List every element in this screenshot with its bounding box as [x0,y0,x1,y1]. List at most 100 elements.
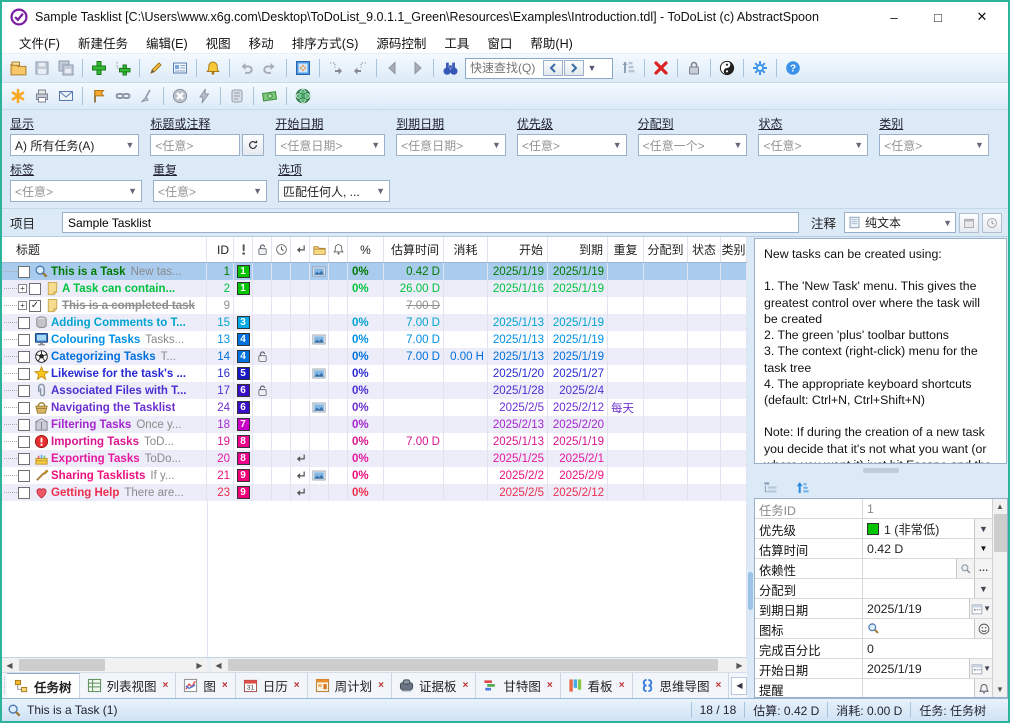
view-tab-列表视图[interactable]: 列表视图× [80,673,177,698]
task-row[interactable]: +✓This is a completed task97.00 D [2,297,747,314]
columns-hscrollbar[interactable]: ◀▶ [211,658,747,672]
project-name-input[interactable] [62,212,799,233]
calendar-dropdown-button[interactable]: ▼ [969,659,992,678]
close-button[interactable]: ✕ [960,4,1004,30]
task-row[interactable]: +A Task can contain...210%26.00 D2025/1/… [2,280,747,297]
tab-close-icon[interactable]: × [462,680,468,691]
vertical-splitter[interactable] [747,237,754,698]
task-row[interactable]: Categorizing TasksT...1440%7.00 D0.00 H2… [2,348,747,365]
find-dropdown-arrow[interactable]: ▼ [584,59,600,77]
task-row[interactable]: This is a TaskNew tas...110%0.42 D2025/1… [2,263,747,280]
column-header-recur-arrow[interactable] [291,237,310,262]
column-header-due[interactable]: 到期 [548,237,608,262]
spur-asterisk-button[interactable] [6,85,30,108]
attribute-value[interactable]: 0.42 D [863,539,974,558]
attribute-row[interactable]: 图标 [755,619,992,639]
dependency-edit-button[interactable]: … [974,559,992,578]
task-title-cell[interactable]: Getting HelpThere are... [2,484,207,501]
task-title-cell[interactable]: Importing TasksToD... [2,433,207,450]
task-title-cell[interactable]: +✓This is a completed task [2,297,207,314]
new-subtask-plus-button[interactable] [111,57,135,80]
resize-grip[interactable] [994,699,1008,721]
attribute-row[interactable]: 优先级1 (非常低)▼ [755,519,992,539]
attribute-row[interactable]: 到期日期2025/1/19▼ [755,599,992,619]
attribute-row[interactable]: 任务ID1 [755,499,992,519]
combo-dropdown-button[interactable]: ▼ [974,519,992,538]
task-checkbox[interactable] [18,487,30,499]
expand-icon[interactable]: + [18,301,27,310]
comments-clock-button[interactable] [982,213,1002,233]
comments-format-select[interactable]: 纯文本 ▼ [844,212,956,233]
column-header-assign[interactable]: 分配到 [644,237,688,262]
reminder-button[interactable] [974,679,992,697]
task-title-cell[interactable]: Exporting TasksToDo... [2,450,207,467]
view-tab-图[interactable]: 图× [176,673,235,698]
broom-button[interactable] [135,85,159,108]
task-row[interactable]: Importing TasksToD...1980%7.00 D2025/1/1… [2,433,747,450]
filter-combo[interactable]: A) 所有任务(A)▼ [10,134,139,156]
calendar-dropdown-button[interactable]: ▼ [969,599,992,618]
combo-dropdown-button[interactable]: ▼ [974,579,992,598]
column-header-estimate[interactable]: 估算时间 [384,237,444,262]
task-checkbox[interactable] [18,368,30,380]
menu-item-1[interactable]: 新建任务 [69,31,137,54]
view-tab-思维导图[interactable]: 思维导图× [633,673,730,698]
tree-hscrollbar[interactable]: ◀▶ [2,658,207,672]
attribute-value[interactable]: 1 (非常低) [863,519,974,538]
link-chain-button[interactable] [111,85,135,108]
attribute-row[interactable]: 开始日期2025/1/19▼ [755,659,992,679]
lightning-bolt-button[interactable] [192,85,216,108]
find-binoculars-button[interactable] [438,57,462,80]
task-title-cell[interactable]: Sharing TasklistsIf y... [2,467,207,484]
task-row[interactable]: Filtering TasksOnce y...1870%2025/2/1320… [2,416,747,433]
attribute-value[interactable]: 1 [863,499,992,518]
indent-right-button[interactable] [324,57,348,80]
yinyang-button[interactable] [715,57,739,80]
task-title-cell[interactable]: +A Task can contain... [2,280,207,297]
filter-combo[interactable]: <任意>▼ [153,180,267,202]
filter-combo[interactable]: <任意>▼ [517,134,627,156]
task-title-cell[interactable]: Colouring TasksTasks... [2,331,207,348]
attributes-vscrollbar[interactable]: ▲ ▼ [992,499,1007,697]
column-header-status[interactable]: 状态 [688,237,721,262]
sort-ascending-button[interactable] [790,476,814,499]
view-tab-任务树[interactable]: 任务树 [7,673,80,698]
attribute-row[interactable]: 分配到▼ [755,579,992,599]
attribute-value[interactable] [863,619,974,638]
preferences-gear-button[interactable] [748,57,772,80]
quick-find-box[interactable]: ▼ [465,58,613,79]
task-title-cell[interactable]: Associated Files with T... [2,382,207,399]
column-header-id[interactable]: ID [207,237,234,262]
dependency-view-button[interactable] [956,559,974,578]
attribute-value[interactable]: 2025/1/19 [863,599,969,618]
tab-close-icon[interactable]: × [716,680,722,691]
menu-item-2[interactable]: 编辑(E) [137,31,197,54]
menu-item-7[interactable]: 工具 [435,31,478,54]
flag-button[interactable] [87,85,111,108]
column-header-folder-small[interactable] [310,237,329,262]
attribute-value[interactable] [863,559,956,578]
task-checkbox[interactable] [18,317,30,329]
tab-close-icon[interactable]: × [378,680,384,691]
task-row[interactable]: Colouring TasksTasks...1340%7.00 D2025/1… [2,331,747,348]
filter-combo[interactable]: <任意>▼ [758,134,868,156]
expand-icon[interactable]: + [18,284,27,293]
filter-combo[interactable]: <任意>▼ [879,134,989,156]
save-all-button[interactable] [54,57,78,80]
task-checkbox[interactable] [18,419,30,431]
task-title-cell[interactable]: Navigating the Tasklist [2,399,207,416]
view-tab-日历[interactable]: 31日历× [236,673,308,698]
edit-pencil-button[interactable] [144,57,168,80]
task-checkbox[interactable] [18,436,30,448]
tab-close-icon[interactable]: × [163,680,169,691]
tab-drag-grip[interactable] [4,677,5,694]
stop-x-button[interactable] [168,85,192,108]
help-question-button[interactable]: ? [781,57,805,80]
task-checkbox[interactable] [18,385,30,397]
column-header-category[interactable]: 类别 [721,237,747,262]
filter-combo[interactable]: 匹配任何人, ...▼ [278,180,390,202]
attribute-row[interactable]: 估算时间0.42 D▼ [755,539,992,559]
icon-picker-button[interactable] [974,619,992,638]
nav-back-button[interactable] [381,57,405,80]
task-checkbox[interactable]: ✓ [29,300,41,312]
